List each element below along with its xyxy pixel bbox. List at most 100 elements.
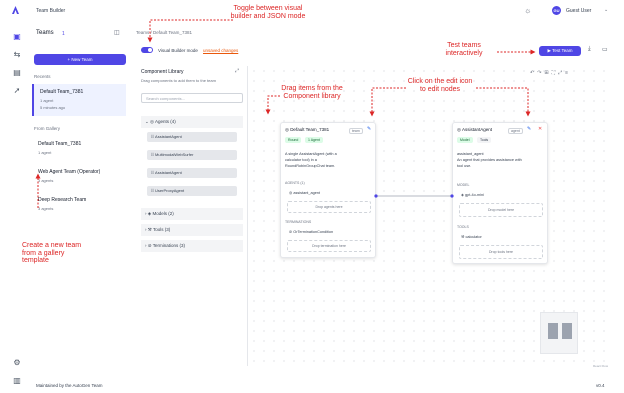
annotation-toggle: Toggle between visual builder and JSON m… xyxy=(230,5,306,20)
library-section-agents[interactable]: ⌄ ◎ Agents (4) xyxy=(141,116,243,128)
library-item[interactable]: ⠿ AssistantAgent xyxy=(147,168,237,178)
node-pill: 1 Agent xyxy=(305,137,323,143)
canvas-toolbar[interactable]: ↶↷⊞⛶⤢≡ xyxy=(530,70,571,76)
minimap-node xyxy=(562,323,572,339)
library-section-tools[interactable]: › ⚒ Tools (3) xyxy=(141,224,243,236)
node-pill: Tools xyxy=(477,137,492,143)
team-name: Deep Research Team xyxy=(38,197,87,203)
gallery-team-card[interactable]: Deep Research Team 3 agents xyxy=(32,192,126,224)
tools-drop-zone[interactable]: Drop tools here xyxy=(459,245,543,259)
library-item[interactable]: ⠿ UserProxyAgent xyxy=(147,186,237,196)
team-name: Default Team_7381 xyxy=(38,141,82,147)
gallery-icon[interactable]: ▤ xyxy=(10,66,24,80)
team-node-name: Default Team_7381 xyxy=(290,127,330,132)
version-label: v0.4 xyxy=(596,383,605,388)
unsaved-changes-label: unsaved changes xyxy=(203,48,239,53)
team-card-recent[interactable]: Default Team_7381 1 agent 5 minutes ago xyxy=(32,84,126,116)
download-icon[interactable]: ⤓ xyxy=(588,46,591,53)
edit-icon[interactable]: ✎ xyxy=(367,126,371,132)
edit-icon[interactable]: ✎ xyxy=(527,126,531,132)
teams-count: 1 xyxy=(62,31,65,37)
agents-section-label: AGENTS (1) xyxy=(285,181,305,185)
gallery-label: From Gallery xyxy=(34,126,61,131)
minimap[interactable] xyxy=(540,312,578,354)
section-label: Tools (3) xyxy=(152,227,171,232)
section-label: Terminations (3) xyxy=(152,243,185,248)
user-name[interactable]: Guest User xyxy=(566,8,591,14)
team-node-title: ◎ Default Team_7381 xyxy=(285,127,330,132)
node-description: calculator tool) in a xyxy=(285,158,317,162)
library-item[interactable]: ⠿ AssistantAgent xyxy=(147,132,237,142)
annotation-edit: Click on the edit icon to edit nodes xyxy=(407,78,473,93)
settings-icon[interactable]: ⚙ xyxy=(10,356,24,370)
team-meta: 3 agents xyxy=(38,178,54,183)
library-search-input[interactable]: Search components... xyxy=(141,93,243,103)
section-label: Models (2) xyxy=(152,211,174,216)
model-entry-label: gpt-4o-mini xyxy=(464,193,484,197)
nav-rail-bottom: ⚙ ▥ xyxy=(10,356,24,392)
recents-label: Recents xyxy=(34,74,51,79)
library-item[interactable]: ⠿ MultimodalWebSurfer xyxy=(147,150,237,160)
node-description: assistant_agent xyxy=(457,152,484,156)
library-section-models[interactable]: › ◈ Models (2) xyxy=(141,208,243,220)
node-pill: Round xyxy=(285,137,302,143)
chevron-down-icon[interactable]: ⌄ xyxy=(604,7,608,13)
test-team-button[interactable]: ▶ Test Team xyxy=(539,46,581,56)
termination-entry[interactable]: ⊘ OrTerminationCondition xyxy=(289,229,333,234)
model-entry[interactable]: ◈ gpt-4o-mini xyxy=(461,192,484,197)
nav-rail: ▣ ⇆ ▤ ➚ xyxy=(10,30,26,102)
team-name: Default Team_7381 xyxy=(40,89,84,95)
team-node[interactable]: ◎ Default Team_7381 team ✎ Round 1 Agent… xyxy=(280,122,376,258)
agent-node-title: ◎ AssistantAgent xyxy=(457,127,492,132)
footer-text: Maintained by the AutoGen Team xyxy=(36,383,103,388)
library-section-terminations[interactable]: › ⊘ Terminations (3) xyxy=(141,240,243,252)
annotation-create: Create a new team from a gallery templat… xyxy=(22,242,82,264)
library-item-label: MultimodalWebSurfer xyxy=(155,152,194,157)
app-title: Team Builder xyxy=(36,8,66,14)
delete-icon[interactable]: ✕ xyxy=(538,126,542,132)
terminations-section-label: TERMINATIONS xyxy=(285,220,312,224)
team-name: Web Agent Team (Operator) xyxy=(38,169,101,175)
node-description: tool use. xyxy=(457,164,472,168)
component-library: Component Library ⤢ Drag components to a… xyxy=(137,66,248,366)
model-drop-zone[interactable]: Drop model here xyxy=(459,203,543,217)
deploy-icon[interactable]: ➚ xyxy=(10,84,24,98)
agent-entry[interactable]: ◎ assistant_agent xyxy=(289,190,320,195)
node-description: RoundRobinGroupChat team. xyxy=(285,164,336,168)
team-builder-icon[interactable]: ▣ xyxy=(10,30,24,44)
save-icon[interactable]: ▭ xyxy=(602,46,608,53)
tools-section-label: TOOLS xyxy=(457,225,469,229)
team-meta: 1 agent xyxy=(38,150,52,155)
visual-json-toggle[interactable] xyxy=(141,47,153,53)
canvas-attribution: React Flow xyxy=(593,364,609,368)
node-pill: Model xyxy=(457,137,473,143)
theme-toggle-icon[interactable]: ☼ xyxy=(524,6,531,15)
top-bar: Team Builder ☼ GU Guest User ⌄ xyxy=(0,0,624,22)
library-item-label: UserProxyAgent xyxy=(155,188,185,193)
logo-icon xyxy=(12,6,19,14)
teams-title: Teams xyxy=(36,30,54,36)
termination-entry-label: OrTerminationCondition xyxy=(293,230,334,234)
tool-entry-label: calculator xyxy=(465,235,482,239)
termination-drop-zone[interactable]: Drop termination here xyxy=(287,240,371,252)
model-section-label: MODEL xyxy=(457,183,470,187)
agents-drop-zone[interactable]: Drop agents here xyxy=(287,201,371,213)
library-close-icon[interactable]: ⤢ xyxy=(235,68,239,74)
section-label: Agents (4) xyxy=(154,119,176,124)
new-team-button[interactable]: + New Team xyxy=(34,54,126,65)
node-type-badge: agent xyxy=(508,128,523,134)
agent-node-name: AssistantAgent xyxy=(461,127,492,132)
breadcrumb: Teams / Default Team_7381 xyxy=(136,30,192,35)
library-description: Drag components to add them to the team xyxy=(141,78,216,83)
library-title: Component Library xyxy=(141,69,184,75)
team-meta: 3 agents xyxy=(38,206,54,211)
app-root: Team Builder ☼ GU Guest User ⌄ ▣ ⇆ ▤ ➚ ⚙… xyxy=(0,0,624,393)
node-description: A single AssistantAgent (with a xyxy=(285,152,337,156)
docs-icon[interactable]: ▥ xyxy=(10,374,24,388)
sidebar-collapse-icon[interactable]: ◫ xyxy=(114,29,120,36)
agent-node[interactable]: ◎ AssistantAgent agent ✎ ✕ Model Tools a… xyxy=(452,122,548,264)
tool-entry[interactable]: ⚒ calculator xyxy=(461,234,482,239)
annotation-test: Test teams interactively xyxy=(445,42,483,57)
avatar[interactable]: GU xyxy=(552,6,561,15)
playground-icon[interactable]: ⇆ xyxy=(10,48,24,62)
